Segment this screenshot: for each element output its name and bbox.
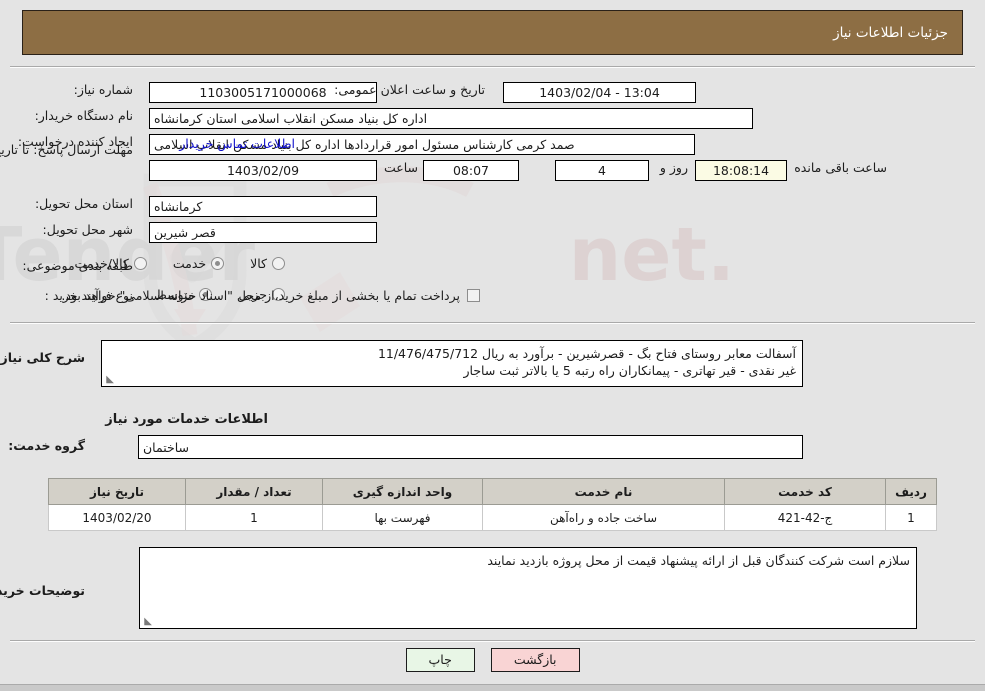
resize-grip-icon-notes[interactable]: ◣ bbox=[142, 617, 152, 627]
table-header-row: ردیف کد خدمت نام خدمت واحد اندازه گیری ت… bbox=[48, 478, 937, 505]
buyer-org-field[interactable]: اداره کل بنیاد مسکن انقلاب اسلامی استان … bbox=[149, 108, 753, 129]
classification-option-khedmat[interactable]: خدمت bbox=[172, 256, 225, 271]
remaining-days-label: روز و bbox=[659, 160, 688, 175]
announce-label-row: تاریخ و ساعت اعلان عمومی: bbox=[334, 82, 485, 97]
need-number-label: شماره نیاز: bbox=[73, 82, 133, 97]
summary-line-1: آسفالت معابر روستای فتاح بگ - قصرشیرین -… bbox=[377, 346, 796, 361]
treasury-checkbox-label: پرداخت تمام یا بخشی از مبلغ خرید،از محل … bbox=[61, 288, 460, 303]
service-group-label-row: گروه خدمت: bbox=[8, 438, 85, 453]
col-unit: واحد اندازه گیری bbox=[322, 478, 483, 505]
classification-option-kala-label: کالا bbox=[250, 256, 267, 271]
cell-name: ساخت جاده و راه‌آهن bbox=[482, 504, 725, 531]
buyer-org-label-row: نام دستگاه خریدار: bbox=[35, 108, 133, 123]
col-name: نام خدمت bbox=[482, 478, 725, 505]
deadline-label-row: مهلت ارسال پاسخ: تا تاریخ: bbox=[0, 140, 133, 158]
cell-quantity: 1 bbox=[185, 504, 323, 531]
province-label: استان محل تحویل: bbox=[34, 196, 133, 211]
buyer-contact-link[interactable]: اطلاعات تماس خریدار bbox=[179, 136, 295, 151]
radio-kala[interactable] bbox=[272, 257, 285, 270]
remaining-suffix-row: ساعت باقی مانده bbox=[794, 160, 887, 175]
deadline-date-field[interactable]: 1403/02/09 bbox=[149, 160, 377, 181]
classification-option-kala-khedmat[interactable]: کالا/خدمت bbox=[74, 256, 147, 271]
services-table: ردیف کد خدمت نام خدمت واحد اندازه گیری ت… bbox=[48, 478, 937, 531]
resize-grip-icon[interactable]: ◣ bbox=[104, 375, 114, 385]
back-button[interactable]: بازگشت bbox=[490, 648, 580, 672]
province-field[interactable]: کرمانشاه bbox=[149, 196, 377, 217]
radio-khedmat[interactable] bbox=[211, 257, 225, 270]
city-label-row: شهر محل تحویل: bbox=[43, 222, 133, 237]
service-group-label: گروه خدمت: bbox=[8, 438, 85, 453]
buyer-notes-text: سلازم است شرکت کنندگان قبل از ارائه پیشن… bbox=[487, 553, 910, 568]
treasury-checkbox[interactable] bbox=[467, 289, 480, 302]
summary-line-2: غیر نقدی - قیر تهاتری - پیمانکاران راه ر… bbox=[463, 363, 796, 378]
divider-before-buttons bbox=[10, 640, 975, 642]
table-row[interactable]: 1 ج-42-421 ساخت جاده و راه‌آهن فهرست بها… bbox=[48, 504, 937, 531]
remaining-days-label-row: روز و bbox=[660, 160, 688, 175]
classification-option-kala[interactable]: کالا bbox=[250, 256, 285, 271]
cell-code: ج-42-421 bbox=[724, 504, 886, 531]
classification-option-kala-khedmat-label: کالا/خدمت bbox=[74, 256, 129, 271]
header-bar: جزئیات اطلاعات نیاز bbox=[22, 10, 963, 55]
remaining-time-suffix: ساعت باقی مانده bbox=[794, 160, 887, 175]
services-section-heading: اطلاعات خدمات مورد نیاز bbox=[105, 412, 268, 427]
announce-datetime-label: تاریخ و ساعت اعلان عمومی: bbox=[334, 82, 485, 97]
cell-need-date: 1403/02/20 bbox=[48, 504, 186, 531]
deadline-hour-label-row: ساعت bbox=[384, 160, 418, 175]
radio-kala-khedmat[interactable] bbox=[133, 257, 147, 270]
buyer-notes-label-row: توضیحات خریدار: bbox=[0, 583, 85, 598]
col-quantity: تعداد / مقدار bbox=[185, 478, 323, 505]
remaining-time-field[interactable]: 18:08:14 bbox=[695, 160, 787, 181]
cell-unit: فهرست بها bbox=[322, 504, 483, 531]
treasury-checkbox-row[interactable]: پرداخت تمام یا بخشی از مبلغ خرید،از محل … bbox=[61, 288, 480, 303]
need-number-label-row: شماره نیاز: bbox=[74, 82, 133, 97]
page-root: AriaTender .net جزئیات اطلاعات نیاز شمار… bbox=[0, 0, 985, 691]
classification-option-khedmat-label: خدمت bbox=[172, 256, 207, 271]
buyer-org-label: نام دستگاه خریدار: bbox=[34, 108, 133, 123]
buyer-notes-textarea[interactable]: سلازم است شرکت کنندگان قبل از ارائه پیشن… bbox=[139, 547, 917, 629]
city-field[interactable]: قصر شیرین bbox=[149, 222, 377, 243]
announce-datetime-field[interactable]: 13:04 - 1403/02/04 bbox=[503, 82, 696, 103]
button-bar: بازگشت چاپ bbox=[0, 648, 985, 672]
contact-link-row: اطلاعات تماس خریدار bbox=[179, 136, 295, 151]
city-label: شهر محل تحویل: bbox=[42, 222, 133, 237]
footer-bar bbox=[0, 684, 985, 691]
deadline-hour-field[interactable]: 08:07 bbox=[423, 160, 519, 181]
svg-text:.net: .net bbox=[569, 212, 735, 298]
service-group-field[interactable]: ساختمان bbox=[138, 435, 803, 459]
buyer-notes-label: توضیحات خریدار: bbox=[0, 583, 85, 598]
summary-label: شرح کلی نیاز: bbox=[0, 350, 85, 365]
remaining-days-field[interactable]: 4 bbox=[555, 160, 649, 181]
print-button[interactable]: چاپ bbox=[405, 648, 475, 672]
deadline-hour-label: ساعت bbox=[383, 160, 418, 175]
divider-top bbox=[10, 66, 975, 68]
col-code: کد خدمت bbox=[724, 478, 886, 505]
summary-textarea[interactable]: آسفالت معابر روستای فتاح بگ - قصرشیرین -… bbox=[101, 340, 803, 387]
summary-label-row: شرح کلی نیاز: bbox=[0, 350, 85, 365]
province-label-row: استان محل تحویل: bbox=[35, 196, 133, 211]
col-index: ردیف bbox=[885, 478, 937, 505]
divider-after-top-panel bbox=[10, 322, 975, 324]
deadline-label: مهلت ارسال پاسخ: تا تاریخ: bbox=[0, 142, 133, 157]
cell-index: 1 bbox=[885, 504, 937, 531]
page-title: جزئیات اطلاعات نیاز bbox=[833, 24, 948, 41]
col-need-date: تاریخ نیاز bbox=[48, 478, 186, 505]
classification-options: کالا خدمت کالا/خدمت bbox=[48, 256, 285, 271]
